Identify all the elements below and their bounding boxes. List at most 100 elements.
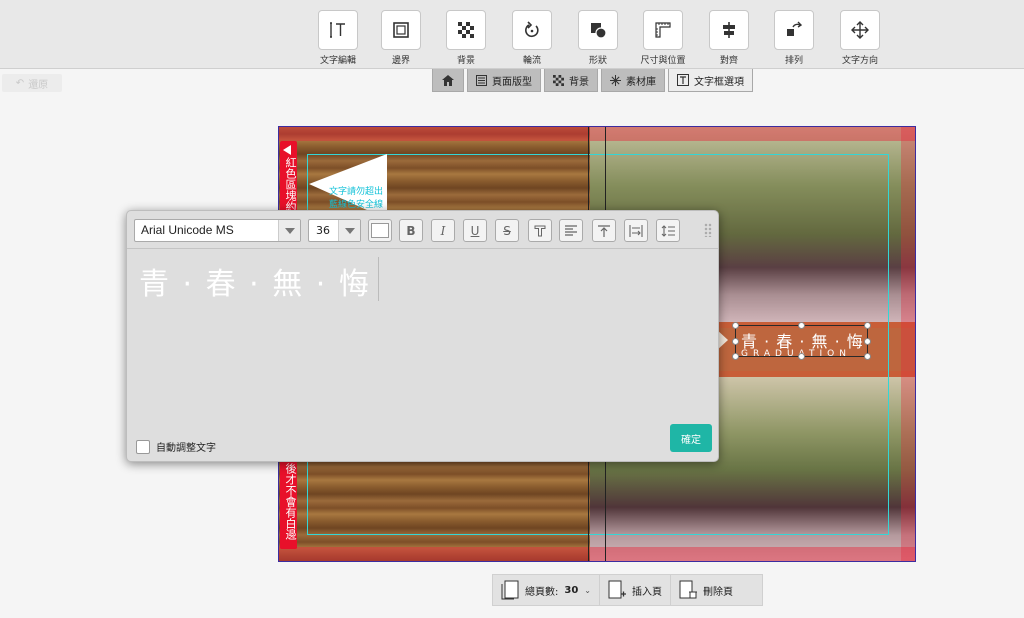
tool-text-direction[interactable]: 文字方向	[833, 10, 887, 66]
background-checker-icon	[446, 10, 486, 50]
underline-icon: U	[470, 223, 480, 238]
bleed-area-right	[901, 127, 915, 561]
tool-border[interactable]: 邊界	[374, 10, 428, 66]
resize-handle[interactable]	[864, 353, 871, 360]
tab-label: 文字框選項	[694, 76, 744, 88]
resize-handle[interactable]	[864, 322, 871, 329]
canvas-subtitle-text[interactable]: GRADUATION	[741, 349, 851, 359]
tool-label: 文字編輯	[319, 56, 356, 66]
underline-button[interactable]: U	[463, 219, 487, 242]
font-size-value: 36	[316, 224, 330, 237]
undo-label: 還原	[28, 79, 49, 91]
undo-icon: ↶	[15, 77, 25, 89]
tool-rotate[interactable]: 輪流	[505, 10, 559, 66]
tab-label: 素材庫	[626, 76, 656, 88]
text-shadow-button[interactable]	[528, 219, 552, 242]
tab-background[interactable]: 背景	[544, 69, 598, 92]
tool-background[interactable]: 背景	[439, 10, 493, 66]
auto-fit-label: 自動調整文字	[156, 443, 216, 454]
resize-handle[interactable]	[732, 338, 739, 345]
border-icon	[381, 10, 421, 50]
bleed-notice-text: 紅色區塊約	[284, 157, 297, 212]
total-pages-label: 總頁數:	[525, 586, 559, 598]
editor-toolbar: Arial Unicode MS 36 B I U S	[127, 211, 718, 249]
shape-icon	[578, 10, 618, 50]
color-swatch	[371, 223, 389, 238]
total-pages[interactable]: 總頁數: 30 ⌄	[493, 575, 600, 605]
chevron-down-icon[interactable]: ⌄	[584, 586, 591, 595]
pages-icon	[501, 580, 519, 600]
sparkle-icon	[610, 74, 621, 86]
tool-text-edit[interactable]: 文字編輯	[311, 10, 365, 66]
tool-size-position[interactable]: 尺寸與位置	[636, 10, 690, 66]
drag-handle-icon[interactable]	[704, 223, 712, 237]
callout-line: 文字請勿超出	[329, 187, 384, 197]
bold-button[interactable]: B	[399, 219, 423, 242]
tool-label: 邊界	[391, 56, 410, 66]
total-pages-value[interactable]: 30	[564, 585, 578, 596]
strikethrough-icon: S	[503, 223, 511, 238]
chevron-down-icon[interactable]	[278, 220, 300, 241]
delete-page-button[interactable]: 刪除頁	[671, 575, 741, 605]
home-icon	[442, 74, 454, 86]
tab-label: 背景	[569, 76, 589, 88]
line-height-button[interactable]	[656, 219, 680, 242]
vertical-align-button[interactable]	[592, 219, 616, 242]
resize-handle[interactable]	[864, 338, 871, 345]
chevron-down-icon[interactable]	[338, 220, 360, 241]
text-color-button[interactable]	[368, 219, 392, 242]
bold-icon: B	[406, 223, 416, 238]
resize-handle[interactable]	[732, 322, 739, 329]
delete-page-icon	[679, 580, 697, 599]
tab-strip: 頁面版型 背景 素材庫 文字框選項	[432, 69, 753, 92]
align-left-icon	[565, 225, 577, 236]
font-size-select[interactable]: 36	[308, 219, 361, 242]
ruler-icon	[643, 10, 683, 50]
insert-page-label: 插入頁	[632, 586, 662, 598]
bleed-area-bottom	[279, 547, 915, 561]
italic-icon: I	[440, 223, 446, 238]
tab-label: 頁面版型	[492, 76, 532, 88]
insert-page-button[interactable]: 插入頁	[600, 575, 671, 605]
strikethrough-button[interactable]: S	[495, 219, 519, 242]
background-checker-icon	[553, 74, 564, 86]
text-caret	[378, 257, 379, 301]
resize-handle[interactable]	[798, 353, 805, 360]
line-height-icon	[661, 224, 675, 237]
italic-button[interactable]: I	[431, 219, 455, 242]
page-controls-bar: 總頁數: 30 ⌄ 插入頁 刪除頁	[492, 574, 763, 606]
font-family-select[interactable]: Arial Unicode MS	[134, 219, 301, 242]
callout-text: 文字請勿超出 藍線色安全線	[329, 186, 383, 212]
add-page-icon	[608, 580, 626, 599]
editor-text-area[interactable]: 青 · 春 · 無 · 悔	[139, 259, 371, 303]
resize-handle[interactable]	[798, 322, 805, 329]
bleed-area-top	[279, 127, 915, 141]
top-toolbar: 文字編輯 邊界 背景 輪流 形狀 尺寸與位置 對齊 排列 文字方向	[0, 0, 1024, 69]
tool-label: 排列	[784, 56, 803, 66]
text-edit-icon	[318, 10, 358, 50]
text-align-button[interactable]	[559, 219, 583, 242]
letter-spacing-icon	[629, 224, 643, 237]
delete-page-label: 刪除頁	[703, 586, 733, 598]
auto-fit-option[interactable]: 自動調整文字	[136, 439, 216, 454]
tab-page-layout[interactable]: 頁面版型	[467, 69, 541, 92]
tab-textbox-options[interactable]: 文字框選項	[668, 69, 753, 92]
tab-home[interactable]	[432, 69, 464, 92]
tool-arrange[interactable]: 排列	[767, 10, 821, 66]
bleed-notice-text-bottom: 後才不會有白邊	[284, 463, 297, 540]
tool-label: 對齊	[719, 56, 738, 66]
tool-align[interactable]: 對齊	[702, 10, 756, 66]
tab-material-library[interactable]: 素材庫	[601, 69, 665, 92]
tool-label: 形狀	[588, 56, 607, 66]
arrow-left-icon	[283, 145, 291, 155]
undo-button[interactable]: ↶ 還原	[2, 74, 62, 92]
confirm-button[interactable]: 確定	[670, 424, 712, 452]
bleed-notice-tab-bottom: 後才不會有白邊	[280, 459, 297, 549]
tool-label: 背景	[456, 56, 475, 66]
rotate-icon	[512, 10, 552, 50]
letter-spacing-button[interactable]	[624, 219, 648, 242]
resize-handle[interactable]	[732, 353, 739, 360]
tool-shape[interactable]: 形狀	[571, 10, 625, 66]
auto-fit-checkbox[interactable]	[136, 439, 150, 454]
move-arrows-icon	[840, 10, 880, 50]
